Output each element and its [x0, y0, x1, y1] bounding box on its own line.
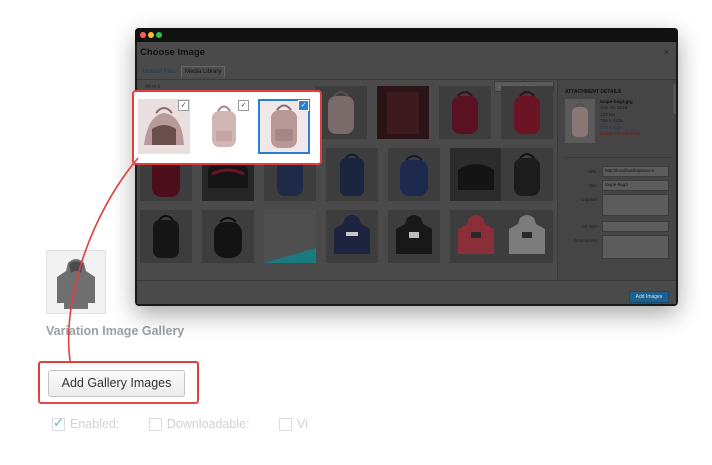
bag-image [214, 217, 242, 258]
selected-check-icon[interactable]: ✓ [239, 101, 248, 110]
media-tile[interactable] [326, 148, 378, 201]
media-tile[interactable] [450, 210, 502, 263]
title-field[interactable]: taupe-bag3 [602, 180, 669, 191]
hoodie-image [334, 215, 370, 254]
minimize-window-icon[interactable] [148, 32, 154, 38]
sidebar-scrollbar[interactable] [673, 84, 676, 114]
hoodie-image [458, 215, 494, 254]
modal-tabs: Upload Files Media Library [140, 66, 226, 78]
attachment-thumbnail [565, 99, 595, 143]
window-titlebar [135, 28, 678, 42]
downloadable-label: Downloadable: [166, 417, 250, 431]
media-tile[interactable] [388, 148, 440, 201]
enabled-checkbox[interactable] [52, 415, 65, 432]
media-tile[interactable] [450, 148, 502, 201]
enabled-option[interactable]: Enabled: [52, 415, 120, 432]
title-label: Title [588, 183, 597, 188]
caption-label: Caption [581, 197, 597, 202]
hoodie-image [396, 215, 432, 254]
media-tile[interactable] [326, 210, 378, 263]
variation-thumbnail[interactable] [46, 250, 106, 314]
media-tile[interactable] [501, 210, 553, 263]
bag-image [328, 91, 354, 134]
enabled-label: Enabled: [70, 417, 120, 431]
media-tile[interactable] [202, 210, 254, 263]
hoodie-image [509, 215, 545, 254]
active-media-tile[interactable]: ✓ [258, 99, 310, 154]
bag-image [458, 164, 494, 190]
hoodie-image [57, 259, 95, 309]
close-icon[interactable]: × [664, 47, 669, 57]
selected-images-highlight: ✓ ✓ ✓ [132, 90, 322, 165]
media-modal: Choose Image × Upload Files Media Librar… [137, 42, 676, 304]
bag-image [452, 91, 478, 134]
fabric-image [264, 248, 316, 263]
alt-text-field[interactable] [602, 221, 669, 232]
virtual-checkbox[interactable] [279, 418, 293, 432]
selected-media-tile[interactable]: ✓ [138, 99, 190, 154]
details-divider [565, 157, 671, 158]
downloadable-checkbox[interactable] [148, 418, 162, 432]
bag-image [514, 153, 540, 196]
add-images-button[interactable]: Add Images [629, 291, 669, 303]
add-gallery-images-button[interactable]: Add Gallery Images [48, 370, 185, 397]
virtual-option[interactable]: Vi [279, 417, 308, 432]
bag-image [387, 92, 419, 134]
delete-permanently-link[interactable]: Delete Permanently [600, 131, 640, 137]
product-options-row: Enabled: Downloadable: Vi [52, 415, 334, 433]
active-check-icon[interactable]: ✓ [299, 101, 308, 110]
media-tile[interactable] [501, 86, 553, 139]
tab-upload-files[interactable]: Upload Files [140, 67, 179, 77]
close-window-icon[interactable] [140, 32, 146, 38]
description-field[interactable] [602, 235, 669, 259]
attachment-details-heading: ATTACHMENT DETAILS [565, 89, 622, 95]
bag-image [572, 103, 588, 137]
maximize-window-icon[interactable] [156, 32, 162, 38]
modal-footer: Add Images [137, 280, 676, 304]
bag-image [153, 215, 179, 258]
caption-field[interactable] [602, 194, 669, 216]
url-field[interactable]: http://localhost/wp/woo-v [602, 166, 669, 177]
media-tile[interactable] [439, 86, 491, 139]
virtual-label: Vi [297, 417, 308, 431]
attachment-info: taupe-bag3.jpg July 18, 2018 126 KB 750 … [600, 99, 640, 137]
url-label: URL [587, 169, 597, 174]
tab-media-library[interactable]: Media Library [181, 66, 226, 77]
modal-title: Choose Image [140, 47, 205, 58]
selected-check-icon[interactable]: ✓ [179, 101, 188, 110]
selected-media-tile[interactable]: ✓ [198, 99, 250, 154]
downloadable-option[interactable]: Downloadable: [148, 417, 250, 432]
media-tile[interactable] [501, 148, 553, 201]
gallery-title: Variation Image Gallery [46, 324, 185, 338]
media-tile[interactable] [264, 210, 316, 263]
bag-image [514, 91, 540, 134]
description-label: Description [574, 238, 597, 243]
media-tile[interactable] [315, 86, 367, 139]
bag-image [340, 153, 364, 196]
media-tile[interactable] [140, 210, 192, 263]
bag-image [400, 155, 428, 196]
media-tile[interactable] [388, 210, 440, 263]
media-tile[interactable] [377, 86, 429, 139]
media-window: Choose Image × Upload Files Media Librar… [135, 28, 678, 306]
alt-text-label: Alt Text [582, 224, 597, 229]
attachment-details-panel: ATTACHMENT DETAILS taupe-bag3.jpg July 1… [557, 80, 676, 304]
